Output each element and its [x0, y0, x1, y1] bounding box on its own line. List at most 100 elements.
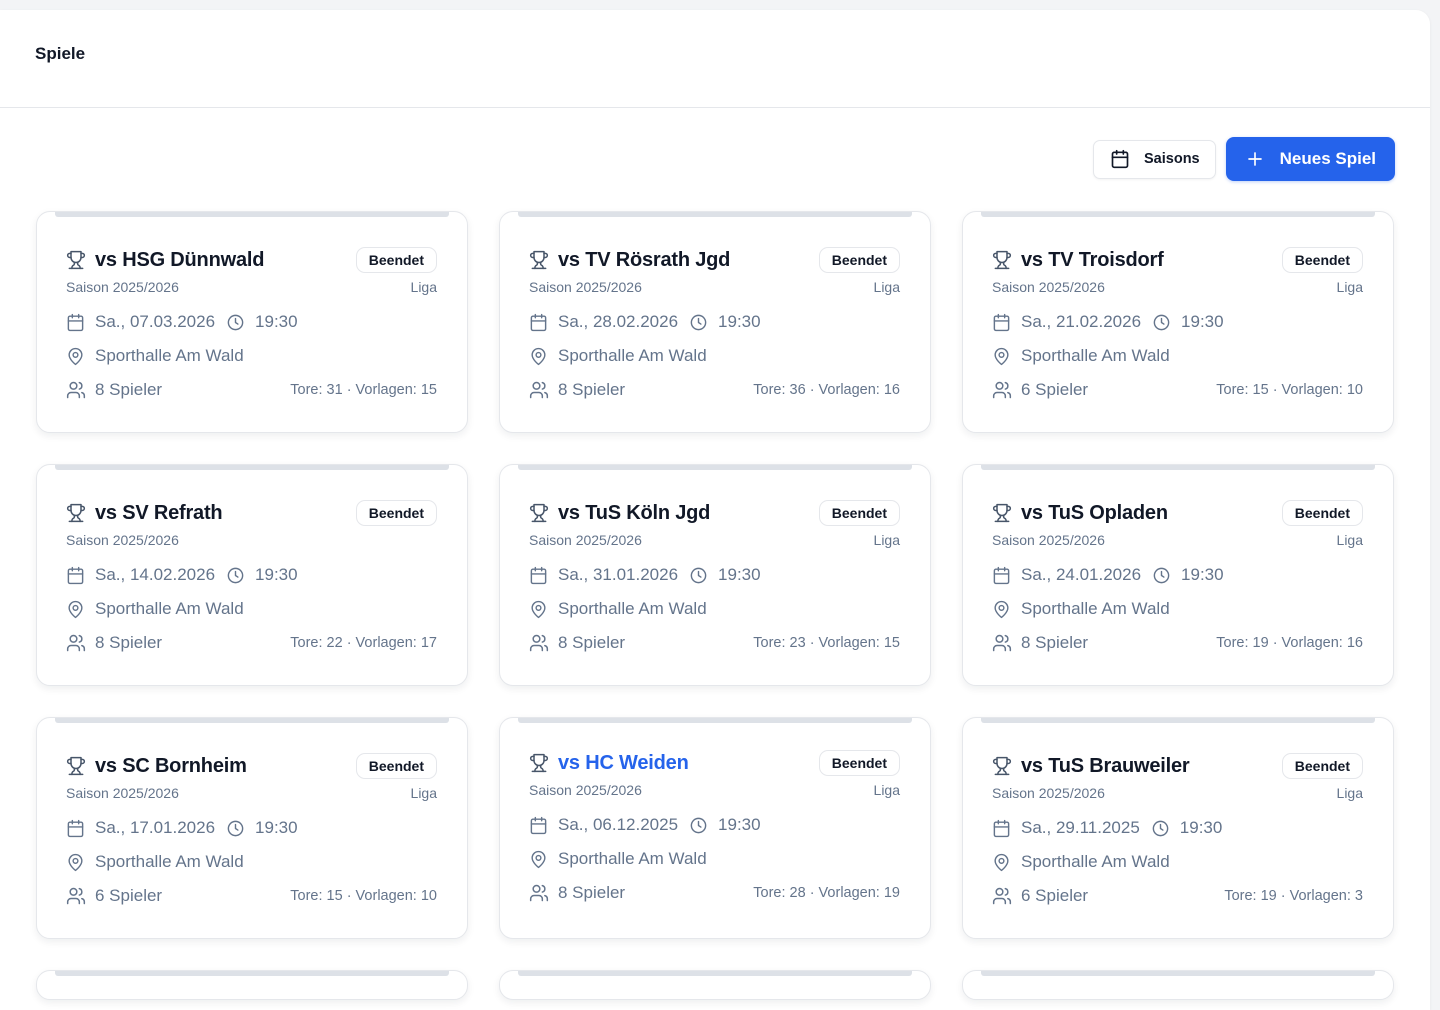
new-game-button[interactable]: Neues Spiel [1225, 137, 1395, 181]
game-time: 19:30 [255, 818, 298, 837]
game-date: Sa., 28.02.2026 [558, 312, 679, 331]
game-location: Sporthalle Am Wald [95, 852, 244, 871]
game-opponent[interactable]: vs HSG Dünnwald [95, 249, 264, 272]
game-opponent[interactable]: vs TuS Brauweiler [1021, 755, 1190, 778]
game-location: Sporthalle Am Wald [1021, 852, 1170, 871]
game-location: Sporthalle Am Wald [95, 599, 244, 618]
game-players: 8 Spieler [558, 633, 626, 652]
trophy-icon [992, 503, 1012, 523]
game-type: Liga [1336, 279, 1363, 295]
game-type: Liga [410, 279, 437, 295]
game-type: Liga [1336, 785, 1363, 801]
plus-icon [1246, 150, 1264, 168]
game-opponent[interactable]: vs TV Troisdorf [1021, 249, 1164, 272]
clock-icon [689, 566, 709, 585]
map-pin-icon [529, 347, 549, 366]
game-season: Saison 2025/2026 [992, 785, 1105, 801]
game-card-partial[interactable] [499, 970, 931, 1000]
users-icon [529, 633, 549, 653]
trophy-icon [529, 250, 549, 270]
users-icon [529, 883, 549, 903]
game-type: Liga [873, 782, 900, 798]
seasons-button[interactable]: Saisons [1093, 139, 1216, 179]
clock-icon [1152, 313, 1172, 332]
game-opponent[interactable]: vs SC Bornheim [95, 755, 247, 778]
page-title: Spiele [35, 43, 86, 63]
game-card[interactable]: vs HC Weiden Beendet Saison 2025/2026 Li… [499, 717, 931, 939]
status-badge: Beendet [1281, 247, 1363, 273]
game-time: 19:30 [718, 565, 761, 584]
game-opponent[interactable]: vs SV Refrath [95, 502, 223, 525]
game-players: 6 Spieler [1021, 380, 1089, 399]
trophy-icon [992, 250, 1012, 270]
status-badge: Beendet [355, 500, 437, 526]
game-date: Sa., 06.12.2025 [558, 815, 679, 834]
game-players: 8 Spieler [95, 380, 163, 399]
game-card-partial[interactable] [962, 970, 1394, 1000]
game-stats: Tore: 23 · Vorlagen: 15 [753, 635, 900, 651]
users-icon [992, 633, 1012, 653]
game-date: Sa., 29.11.2025 [1021, 818, 1140, 837]
clock-icon [1152, 566, 1172, 585]
game-season: Saison 2025/2026 [992, 532, 1105, 548]
game-players: 6 Spieler [95, 886, 163, 905]
game-opponent[interactable]: vs TV Rösrath Jgd [558, 249, 730, 272]
game-opponent[interactable]: vs TuS Opladen [1021, 502, 1168, 525]
calendar-icon [66, 313, 86, 332]
game-date: Sa., 07.03.2026 [95, 312, 216, 331]
game-card[interactable]: vs HSG Dünnwald Beendet Saison 2025/2026… [36, 211, 468, 433]
game-card[interactable]: vs TV Rösrath Jgd Beendet Saison 2025/20… [499, 211, 931, 433]
game-type: Liga [873, 279, 900, 295]
game-type: Liga [873, 532, 900, 548]
status-badge: Beendet [1281, 500, 1363, 526]
game-card[interactable]: vs SV Refrath Beendet Saison 2025/2026 S… [36, 464, 468, 686]
calendar-icon [992, 819, 1012, 838]
calendar-icon [529, 313, 549, 332]
game-location: Sporthalle Am Wald [1021, 346, 1170, 365]
game-stats: Tore: 19 · Vorlagen: 3 [1224, 888, 1363, 904]
map-pin-icon [992, 853, 1012, 872]
game-card[interactable]: vs SC Bornheim Beendet Saison 2025/2026 … [36, 717, 468, 939]
map-pin-icon [66, 600, 86, 619]
game-season: Saison 2025/2026 [529, 279, 642, 295]
game-season: Saison 2025/2026 [66, 532, 179, 548]
game-stats: Tore: 31 · Vorlagen: 15 [290, 382, 437, 398]
game-card-partial[interactable] [36, 970, 468, 1000]
game-type: Liga [410, 785, 437, 801]
game-date: Sa., 14.02.2026 [95, 565, 216, 584]
game-opponent[interactable]: vs TuS Köln Jgd [558, 502, 710, 525]
clock-icon [226, 819, 246, 838]
game-time: 19:30 [718, 312, 761, 331]
trophy-icon [529, 503, 549, 523]
status-badge: Beendet [818, 247, 900, 273]
users-icon [529, 380, 549, 400]
calendar-icon [529, 566, 549, 585]
game-location: Sporthalle Am Wald [95, 346, 244, 365]
map-pin-icon [992, 347, 1012, 366]
game-stats: Tore: 19 · Vorlagen: 16 [1216, 635, 1363, 651]
game-card[interactable]: vs TuS Köln Jgd Beendet Saison 2025/2026… [499, 464, 931, 686]
game-date: Sa., 17.01.2026 [95, 818, 216, 837]
game-stats: Tore: 28 · Vorlagen: 19 [753, 885, 900, 901]
game-players: 8 Spieler [1021, 633, 1089, 652]
map-pin-icon [66, 853, 86, 872]
calendar-icon [992, 313, 1012, 332]
game-card[interactable]: vs TuS Brauweiler Beendet Saison 2025/20… [962, 717, 1394, 939]
game-card[interactable]: vs TuS Opladen Beendet Saison 2025/2026 … [962, 464, 1394, 686]
calendar-icon [66, 566, 86, 585]
game-time: 19:30 [1181, 312, 1224, 331]
calendar-icon [1110, 149, 1130, 169]
status-badge: Beendet [355, 753, 437, 779]
clock-icon [689, 313, 709, 332]
status-badge: Beendet [355, 247, 437, 273]
game-players: 8 Spieler [558, 883, 626, 902]
game-opponent[interactable]: vs HC Weiden [558, 752, 689, 775]
game-stats: Tore: 36 · Vorlagen: 16 [753, 382, 900, 398]
game-season: Saison 2025/2026 [66, 785, 179, 801]
game-card[interactable]: vs TV Troisdorf Beendet Saison 2025/2026… [962, 211, 1394, 433]
game-location: Sporthalle Am Wald [558, 599, 707, 618]
page-header: Spiele [0, 10, 1430, 108]
new-game-button-label: Neues Spiel [1279, 149, 1376, 168]
game-stats: Tore: 15 · Vorlagen: 10 [290, 888, 437, 904]
trophy-icon [992, 756, 1012, 776]
